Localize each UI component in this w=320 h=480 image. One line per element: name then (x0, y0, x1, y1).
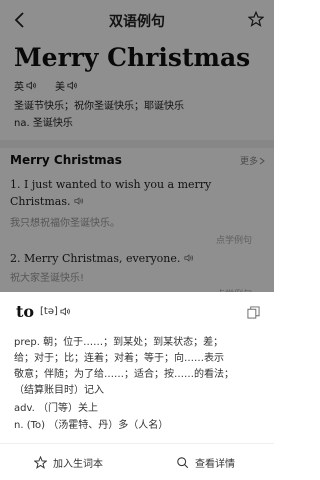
definition-line: n. (To) （汤霍特、丹）多（人名） (14, 420, 169, 431)
view-details-button[interactable]: 查看详情 (137, 444, 274, 480)
add-to-wordbook-button[interactable]: 加入生词本 (0, 444, 137, 480)
copy-icon[interactable] (247, 306, 260, 319)
definition-line: 给；对于；比；连着；对着；等于；向……表示 (14, 353, 224, 364)
search-icon (177, 456, 189, 468)
popup-word: to (16, 302, 35, 321)
speaker-icon[interactable] (60, 306, 71, 317)
star-icon (34, 455, 47, 469)
definition-line: （结算账目时）记入 (14, 385, 104, 396)
popup-phonetic-text: [tə] (40, 306, 58, 317)
add-to-wordbook-label: 加入生词本 (53, 458, 103, 470)
definition-line: 敬意；伴随；为了给……；适合；按……的看法； (14, 369, 234, 380)
definition-line: adv. （门等）关上 (14, 403, 98, 414)
popup-phonetic: [tə] (40, 306, 71, 317)
definition-line: prep. 朝；位于……；到某处；到某状态；差； (14, 337, 224, 348)
word-popup: to [tə] prep. 朝；位于……；到某处；到某状态；差； 给；对于；比；… (0, 292, 274, 480)
dictionary-page: 双语例句 Merry Christmas 英 美 圣诞节快乐；祝你圣诞快乐；耶诞… (0, 0, 274, 480)
dim-overlay[interactable] (0, 0, 274, 292)
view-details-label: 查看详情 (195, 458, 235, 470)
